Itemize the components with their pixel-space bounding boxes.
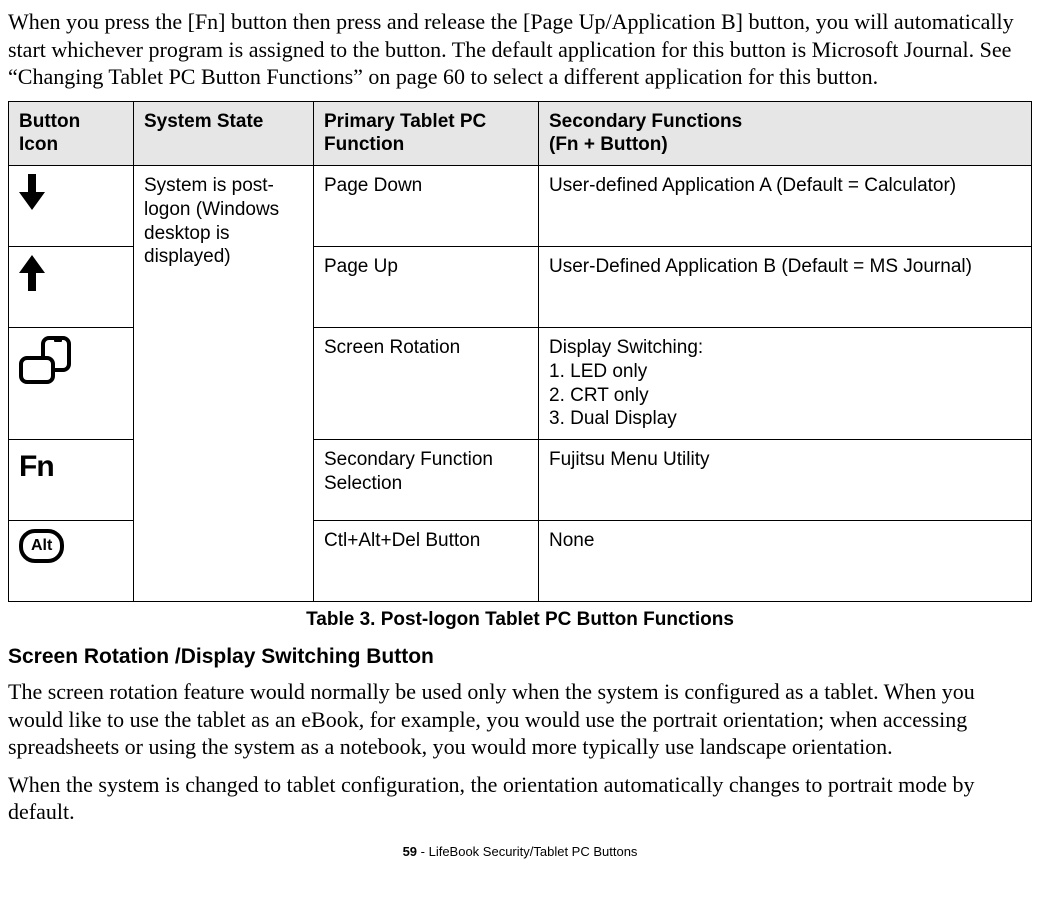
th-icon: Button Icon [9, 101, 134, 166]
secondary-line: 3. Dual Display [549, 407, 1021, 431]
primary-cell: Page Up [314, 247, 539, 328]
primary-cell: Page Down [314, 166, 539, 247]
th-primary: Primary Tablet PC Function [314, 101, 539, 166]
th-secondary-line2: (Fn + Button) [549, 133, 1021, 157]
th-secondary: Secondary Functions (Fn + Button) [539, 101, 1032, 166]
system-state-cell: System is post-logon (Windows desktop is… [134, 166, 314, 602]
table-caption: Table 3. Post-logon Tablet PC Button Fun… [8, 608, 1032, 632]
primary-cell: Ctl+Alt+Del Button [314, 521, 539, 602]
footer-sep: - [417, 844, 429, 859]
arrow-down-icon [19, 174, 45, 210]
fn-icon: Fn [19, 448, 54, 486]
screen-rotation-heading: Screen Rotation /Display Switching Butto… [8, 644, 1032, 670]
tablet-orientation-paragraph: When the system is changed to tablet con… [8, 771, 1032, 826]
secondary-cell: None [539, 521, 1032, 602]
secondary-cell: User-Defined Application B (Default = MS… [539, 247, 1032, 328]
primary-cell: Secondary Function Selection [314, 440, 539, 521]
table-header-row: Button Icon System State Primary Tablet … [9, 101, 1032, 166]
icon-cell-rotation [9, 328, 134, 440]
screen-rotation-paragraph: The screen rotation feature would normal… [8, 678, 1032, 761]
intro-paragraph: When you press the [Fn] button then pres… [8, 8, 1032, 91]
th-state: System State [134, 101, 314, 166]
secondary-cell: Fujitsu Menu Utility [539, 440, 1032, 521]
ctrl-alt-del-icon: Alt [19, 529, 64, 563]
icon-cell-page-up [9, 247, 134, 328]
page-number: 59 [403, 844, 417, 859]
secondary-cell: Display Switching: 1. LED only 2. CRT on… [539, 328, 1032, 440]
secondary-cell: User-defined Application A (Default = Ca… [539, 166, 1032, 247]
table-row: System is post-logon (Windows desktop is… [9, 166, 1032, 247]
arrow-up-icon [19, 255, 45, 291]
page-footer: 59 - LifeBook Security/Tablet PC Buttons [8, 844, 1032, 860]
page: When you press the [Fn] button then pres… [0, 0, 1040, 876]
secondary-line: Display Switching: [549, 336, 1021, 360]
icon-cell-alt: Alt [9, 521, 134, 602]
icon-cell-page-down [9, 166, 134, 247]
screen-rotation-icon [19, 336, 73, 386]
secondary-line: 1. LED only [549, 360, 1021, 384]
button-functions-table: Button Icon System State Primary Tablet … [8, 101, 1032, 603]
th-secondary-line1: Secondary Functions [549, 110, 1021, 134]
footer-title: LifeBook Security/Tablet PC Buttons [429, 844, 638, 859]
icon-cell-fn: Fn [9, 440, 134, 521]
secondary-line: 2. CRT only [549, 384, 1021, 408]
primary-cell: Screen Rotation [314, 328, 539, 440]
